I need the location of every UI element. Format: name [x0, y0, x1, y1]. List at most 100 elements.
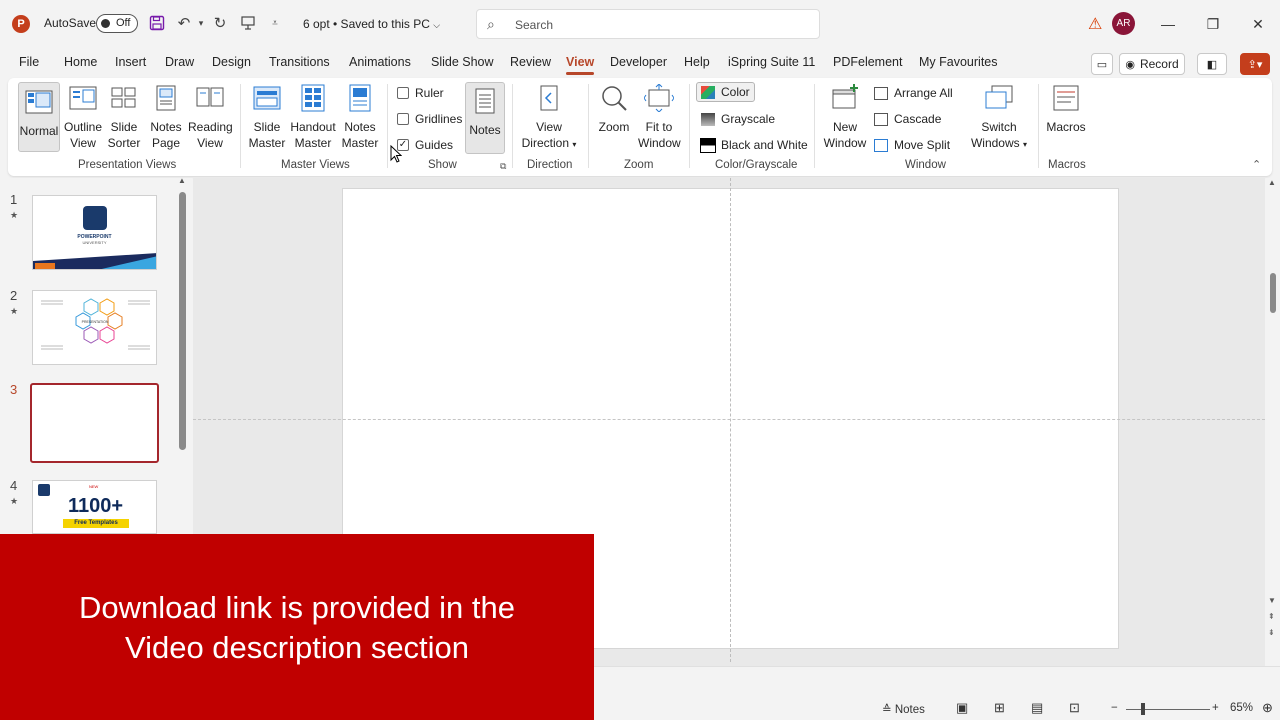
slide-master-button[interactable]: Slide Master: [248, 84, 286, 151]
scroll-up-icon[interactable]: ▲: [178, 176, 186, 185]
animation-star-icon: ★: [10, 210, 19, 220]
search-box[interactable]: ⌕ Search: [476, 9, 820, 39]
tab-my-favourites[interactable]: My Favourites: [919, 55, 998, 69]
tab-developer[interactable]: Developer: [610, 55, 667, 69]
editor-scroll-thumb[interactable]: [1270, 273, 1276, 313]
horizontal-guide[interactable]: [193, 419, 1265, 420]
comments-button[interactable]: ▭: [1091, 53, 1113, 75]
collapse-ribbon-icon[interactable]: ⌃: [1252, 158, 1261, 171]
teams-share-button[interactable]: ◧: [1197, 53, 1227, 75]
warning-icon[interactable]: ⚠: [1088, 14, 1102, 34]
view-direction-button[interactable]: View Direction ▾: [518, 84, 580, 153]
slide-sorter-button[interactable]: Slide Sorter: [107, 84, 141, 151]
gridlines-checkbox[interactable]: Gridlines: [397, 112, 462, 126]
new-window-button[interactable]: New Window: [822, 84, 868, 151]
next-slide-icon[interactable]: ⇟: [1268, 628, 1275, 637]
cascade-button[interactable]: Cascade: [874, 112, 941, 126]
reading-view-status-icon[interactable]: ▤: [1031, 700, 1043, 716]
editor-scrollbar[interactable]: ▲ ▼ ⇞ ⇟: [1266, 178, 1280, 644]
chevron-down-icon: ▾: [1023, 140, 1028, 149]
grayscale-button[interactable]: Grayscale: [701, 112, 775, 126]
normal-view-status-icon[interactable]: ▣: [956, 700, 968, 716]
thumbnail-scroll-thumb[interactable]: [179, 192, 186, 450]
thumb1-footer-wave: [33, 253, 156, 269]
undo-dropdown-icon[interactable]: ▾: [192, 14, 210, 32]
autosave-state: Off: [116, 17, 131, 29]
customize-qat-icon[interactable]: ⩡: [266, 14, 284, 32]
normal-view-button[interactable]: Normal: [18, 82, 60, 152]
handout-master-button[interactable]: Handout Master: [290, 84, 336, 151]
slide-thumbnail-1[interactable]: POWERPOINT UNIVERSITY: [32, 195, 157, 270]
tab-file[interactable]: File: [19, 55, 39, 69]
notes-status-button[interactable]: ≙ Notes: [882, 702, 925, 716]
outline-view-icon: [69, 86, 97, 110]
previous-slide-icon[interactable]: ⇞: [1268, 612, 1275, 621]
notes-master-button[interactable]: Notes Master: [341, 84, 379, 151]
scroll-up-icon[interactable]: ▲: [1268, 178, 1276, 187]
record-button[interactable]: ◉ Record: [1119, 53, 1185, 75]
zoom-slider-knob[interactable]: [1141, 703, 1145, 715]
tab-review[interactable]: Review: [510, 55, 551, 69]
slide-thumbnail-4[interactable]: NEW 1100+ Free Templates: [32, 480, 157, 534]
zoom-in-icon[interactable]: +: [1212, 702, 1219, 714]
group-separator: [240, 84, 241, 168]
close-icon[interactable]: ✕: [1246, 12, 1270, 36]
scroll-down-icon[interactable]: ▼: [1268, 596, 1276, 605]
arrange-all-button[interactable]: Arrange All: [874, 86, 953, 100]
tab-insert[interactable]: Insert: [115, 55, 146, 69]
switch-windows-button[interactable]: Switch Windows ▾: [968, 84, 1030, 153]
redo-icon[interactable]: ↻: [211, 14, 229, 32]
show-dialog-launcher-icon[interactable]: ⧉: [500, 161, 506, 172]
tab-design[interactable]: Design: [212, 55, 251, 69]
fit-slide-icon[interactable]: ⊕: [1262, 700, 1273, 716]
ruler-checkbox[interactable]: Ruler: [397, 86, 444, 100]
thumb4-tag: Free Templates: [63, 519, 129, 528]
chevron-down-icon: ⌵: [433, 20, 441, 30]
tab-help[interactable]: Help: [684, 55, 710, 69]
search-placeholder: Search: [515, 18, 554, 32]
notes-page-button[interactable]: Notes Page: [148, 84, 184, 151]
color-button[interactable]: Color: [696, 82, 755, 102]
notes-page-icon: [156, 85, 176, 111]
slide-thumbnail-3-selected[interactable]: [30, 383, 159, 463]
save-icon[interactable]: [148, 14, 166, 32]
zoom-out-icon[interactable]: −: [1111, 702, 1118, 714]
notes-toggle-button[interactable]: Notes: [465, 82, 505, 154]
zoom-slider-track[interactable]: [1126, 709, 1210, 710]
zoom-button[interactable]: Zoom: [596, 84, 632, 135]
group-label-show: Show: [428, 159, 457, 171]
move-split-icon: [874, 138, 888, 152]
slide-sorter-status-icon[interactable]: ⊞: [994, 700, 1005, 716]
guides-checkbox[interactable]: ✓ Guides: [397, 138, 453, 152]
tab-animations[interactable]: Animations: [349, 55, 411, 69]
zoom-level[interactable]: 65%: [1230, 702, 1253, 714]
share-button[interactable]: ⇪▾: [1240, 53, 1270, 75]
restore-icon[interactable]: ❐: [1201, 12, 1225, 36]
autosave-toggle[interactable]: Off: [96, 14, 138, 33]
fit-label-1: Fit to: [645, 120, 673, 134]
black-and-white-button[interactable]: Black and White: [700, 137, 808, 153]
tab-pdfelement[interactable]: PDFelement: [833, 55, 902, 69]
outline-view-button[interactable]: Outline View: [64, 84, 102, 151]
undo-icon[interactable]: ↶: [175, 14, 193, 32]
reading-view-button[interactable]: Reading View: [188, 84, 233, 151]
record-icon: ◉: [1125, 58, 1135, 71]
slide-number: 2: [10, 288, 18, 303]
fit-to-window-button[interactable]: Fit to Window: [638, 83, 681, 151]
tab-view[interactable]: View: [566, 55, 595, 75]
move-split-button[interactable]: Move Split: [874, 138, 950, 152]
tab-transitions[interactable]: Transitions: [269, 55, 330, 69]
present-from-start-icon[interactable]: [239, 14, 257, 32]
slide-thumbnail-2[interactable]: PRESENTATION: [32, 290, 157, 365]
tab-slide-show[interactable]: Slide Show: [431, 55, 494, 69]
avatar[interactable]: AR: [1112, 12, 1135, 35]
tab-ispring[interactable]: iSpring Suite 11: [728, 55, 815, 69]
new-window-label-2: Window: [823, 136, 867, 150]
macros-button[interactable]: Macros: [1044, 84, 1088, 135]
document-title[interactable]: 6 opt • Saved to this PC ⌵: [303, 17, 440, 31]
tab-draw[interactable]: Draw: [165, 55, 194, 69]
slide-show-status-icon[interactable]: ⊡: [1069, 700, 1080, 716]
vertical-guide[interactable]: [730, 178, 731, 662]
minimize-icon[interactable]: —: [1156, 12, 1180, 36]
tab-home[interactable]: Home: [64, 55, 97, 69]
